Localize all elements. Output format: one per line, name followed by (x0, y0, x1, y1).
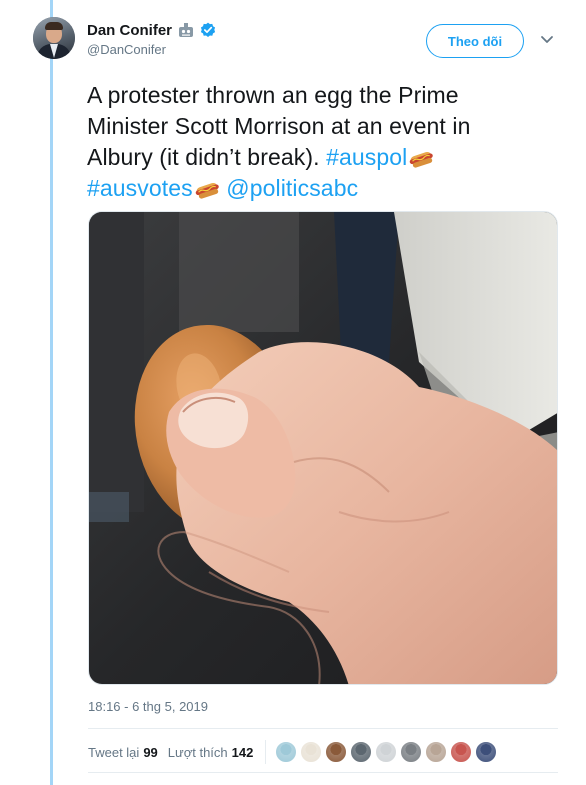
hot-dog-emoji (408, 145, 434, 168)
author-names[interactable]: Dan Conifer @DanConifer (87, 20, 216, 57)
tweet-text-line: Minister Scott Morrison at an event in (87, 113, 471, 139)
bot-icon (177, 22, 195, 38)
retweets-count: 99 (143, 744, 158, 760)
likes-count: 142 (231, 744, 254, 760)
liker-avatars (275, 741, 498, 763)
chevron-down-icon[interactable] (538, 33, 556, 47)
hashtag-auspol[interactable]: #auspol (326, 144, 407, 170)
tweet: Dan Conifer @DanConifer Theo dõi A prote… (0, 0, 586, 785)
tweet-timestamp[interactable]: 18:16 - 6 thg 5, 2019 (88, 699, 208, 714)
liker-avatar[interactable] (400, 741, 423, 763)
tweet-text-line: Albury (it didn’t break). #auspol (87, 142, 547, 173)
tweet-text-line: #ausvotes @politicsabc (87, 173, 547, 204)
tweet-text-line: A protester thrown an egg the Prime (87, 82, 459, 108)
retweets-stat[interactable]: Tweet lại 99 (88, 745, 158, 760)
liker-avatar[interactable] (325, 741, 348, 763)
liker-avatar[interactable] (475, 741, 498, 763)
tweet-text-fragment: Albury (it didn’t break). (87, 144, 327, 170)
tweet-stats: Tweet lại 99 Lượt thích 142 (88, 740, 498, 764)
display-name[interactable]: Dan Conifer (87, 22, 172, 39)
liker-avatar[interactable] (375, 741, 398, 763)
liker-avatar[interactable] (300, 741, 323, 763)
follow-button[interactable]: Theo dõi (426, 24, 524, 58)
likes-label: Lượt thích (167, 744, 228, 760)
likes-stat[interactable]: Lượt thích 142 (168, 745, 254, 760)
divider (88, 772, 558, 773)
user-handle[interactable]: @DanConifer (87, 42, 216, 57)
liker-avatar[interactable] (450, 741, 473, 763)
liker-avatar[interactable] (275, 741, 298, 763)
hot-dog-emoji (194, 176, 220, 199)
liker-avatar[interactable] (425, 741, 448, 763)
verified-icon (200, 22, 216, 38)
mention-politicsabc[interactable]: @politicsabc (226, 175, 358, 201)
divider (88, 728, 558, 729)
tweet-photo[interactable] (88, 211, 558, 685)
retweets-label: Tweet lại (88, 744, 140, 760)
liker-avatar[interactable] (350, 741, 373, 763)
avatar[interactable] (33, 17, 75, 59)
tweet-header: Dan Conifer @DanConifer Theo dõi (33, 17, 563, 67)
hashtag-ausvotes[interactable]: #ausvotes (87, 175, 193, 201)
stats-separator (265, 740, 267, 764)
tweet-text: A protester thrown an egg the Prime Mini… (87, 80, 547, 204)
